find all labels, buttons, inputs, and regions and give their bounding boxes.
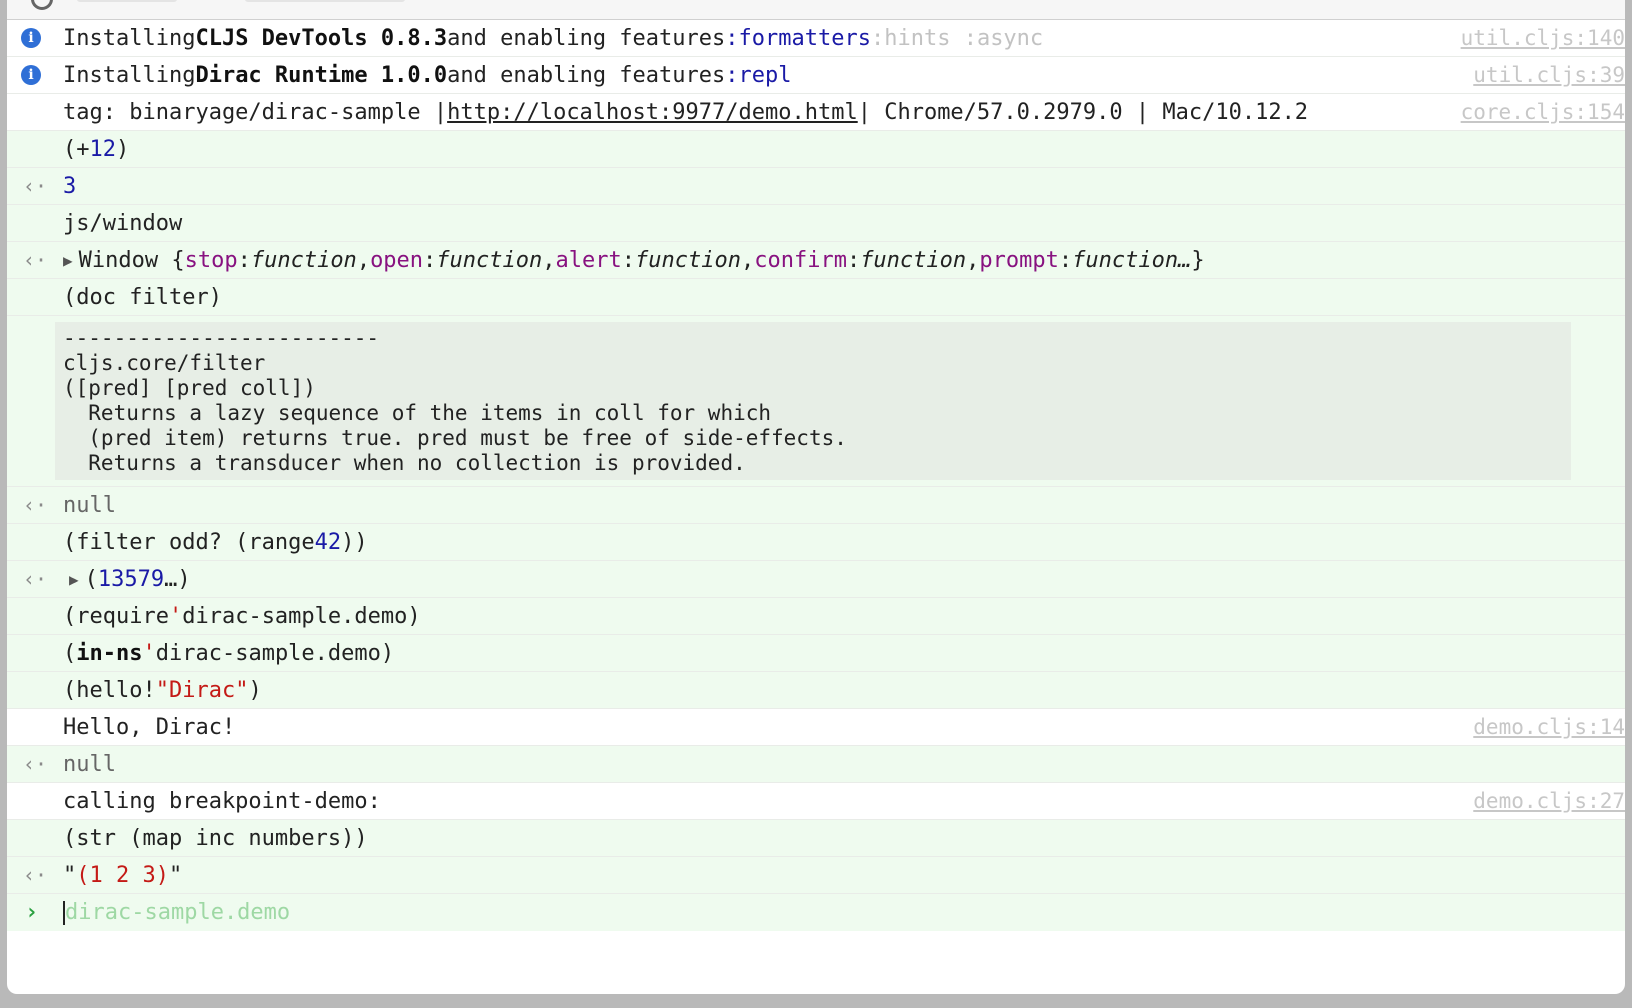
window-object[interactable]: ▶ Window {stop: function, open: function,… bbox=[63, 242, 1205, 278]
repl-result: ‹· 3 bbox=[7, 168, 1625, 205]
result-arrow-icon: ‹· bbox=[23, 248, 48, 272]
message-text: Installing Dirac Runtime 1.0.0 and enabl… bbox=[63, 62, 792, 88]
input-text: (str (map inc numbers)) bbox=[63, 825, 368, 851]
info-icon: i bbox=[21, 28, 41, 48]
console-message: Hello, Dirac! demo.cljs:14 bbox=[7, 709, 1625, 746]
seq-result[interactable]: ▶(1 3 5 7 9 …) bbox=[63, 561, 191, 597]
clear-console-icon[interactable] bbox=[31, 0, 53, 10]
source-link[interactable]: demo.cljs:27 bbox=[1473, 783, 1625, 819]
console-message: tag: binaryage/dirac-sample | http://loc… bbox=[7, 94, 1625, 131]
console-message: i Installing CLJS DevTools 0.8.3 and ena… bbox=[7, 20, 1625, 57]
repl-input: (doc filter) bbox=[7, 279, 1625, 316]
result-arrow-icon: ‹· bbox=[23, 863, 48, 887]
console-prompt[interactable]: › dirac-sample.demo bbox=[7, 894, 1625, 931]
repl-input: (filter odd? (range 42)) bbox=[7, 524, 1625, 561]
expand-triangle-icon[interactable]: ▶ bbox=[69, 570, 79, 589]
repl-input: js/window bbox=[7, 205, 1625, 242]
result-arrow-icon: ‹· bbox=[23, 493, 48, 517]
result-arrow-icon: ‹· bbox=[23, 752, 48, 776]
doc-output: ------------------------- cljs.core/filt… bbox=[7, 316, 1625, 487]
result-value: " (1 2 3) " bbox=[63, 862, 183, 888]
result-arrow-icon: ‹· bbox=[23, 567, 48, 591]
result-value: null bbox=[63, 751, 116, 777]
toolbar-checkbox[interactable] bbox=[245, 0, 405, 2]
source-link[interactable]: util.cljs:39 bbox=[1473, 57, 1625, 93]
repl-result: ‹· " (1 2 3) " bbox=[7, 857, 1625, 894]
toolbar-control[interactable] bbox=[77, 0, 177, 2]
prompt-placeholder: dirac-sample.demo bbox=[65, 900, 291, 925]
message-text: Hello, Dirac! bbox=[63, 714, 236, 740]
demo-url-link[interactable]: http://localhost:9977/demo.html bbox=[447, 100, 858, 125]
source-link[interactable]: demo.cljs:14 bbox=[1473, 709, 1625, 745]
repl-input: (+ 1 2) bbox=[7, 131, 1625, 168]
source-link[interactable]: core.cljs:154 bbox=[1461, 94, 1625, 130]
input-text: js/window bbox=[63, 210, 183, 236]
prompt-input[interactable]: dirac-sample.demo bbox=[63, 894, 290, 931]
message-text: calling breakpoint-demo: bbox=[63, 788, 381, 814]
info-icon: i bbox=[21, 65, 41, 85]
source-link[interactable]: util.cljs:140 bbox=[1461, 20, 1625, 56]
console-panel: i Installing CLJS DevTools 0.8.3 and ena… bbox=[7, 0, 1625, 994]
repl-input: (str (map inc numbers)) bbox=[7, 820, 1625, 857]
result-value: 3 bbox=[63, 173, 77, 199]
repl-input: (in-ns ' dirac-sample.demo) bbox=[7, 635, 1625, 672]
repl-input: (require ' dirac-sample.demo) bbox=[7, 598, 1625, 635]
console-message: i Installing Dirac Runtime 1.0.0 and ena… bbox=[7, 57, 1625, 94]
console-message: calling breakpoint-demo: demo.cljs:27 bbox=[7, 783, 1625, 820]
result-arrow-icon: ‹· bbox=[23, 174, 48, 198]
repl-result: ‹· ▶ Window {stop: function, open: functi… bbox=[7, 242, 1625, 279]
prompt-chevron-icon: › bbox=[25, 900, 39, 925]
repl-result: ‹· null bbox=[7, 746, 1625, 783]
repl-input: (hello! "Dirac") bbox=[7, 672, 1625, 709]
repl-result: ‹· null bbox=[7, 487, 1625, 524]
repl-result: ‹· ▶(1 3 5 7 9 …) bbox=[7, 561, 1625, 598]
message-text: Installing CLJS DevTools 0.8.3 and enabl… bbox=[63, 25, 1044, 51]
expand-triangle-icon[interactable]: ▶ bbox=[63, 251, 73, 270]
result-value: null bbox=[63, 492, 116, 518]
message-text: tag: binaryage/dirac-sample | http://loc… bbox=[63, 99, 1309, 125]
console-toolbar bbox=[7, 0, 1625, 20]
input-text: (doc filter) bbox=[63, 284, 222, 310]
doc-text: ------------------------- cljs.core/filt… bbox=[55, 322, 1571, 480]
